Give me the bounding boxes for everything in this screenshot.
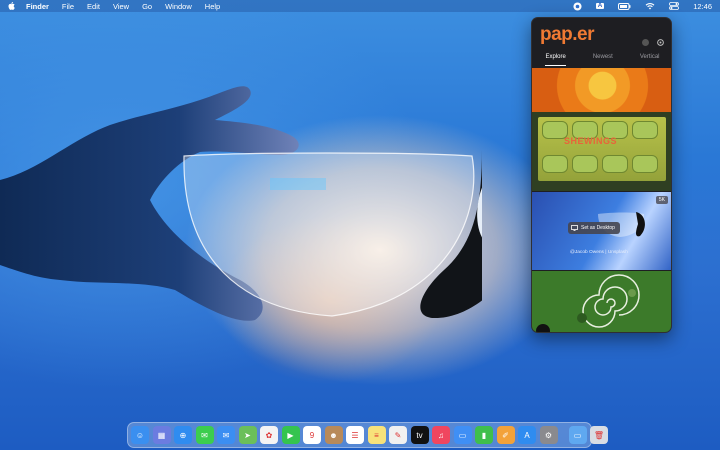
- wallpaper-thumbnail-sunflower[interactable]: [532, 68, 671, 112]
- wallpaper-thumbnail-visor[interactable]: 5K Set as Desktop @Jacob Owens | Unsplas…: [532, 192, 671, 270]
- notes-app[interactable]: ≡: [367, 426, 386, 444]
- menu-bar: Finder File Edit View Go Window Help A 1…: [0, 0, 720, 12]
- reminders-app[interactable]: ☰: [346, 426, 364, 444]
- wallpaper-thumbnail-bags[interactable]: SHEWINGS: [532, 112, 671, 191]
- calendar-app[interactable]: 9: [303, 426, 321, 444]
- menu-go[interactable]: Go: [142, 2, 152, 11]
- tv-app[interactable]: tv: [410, 426, 429, 444]
- set-as-desktop-button[interactable]: Set as Desktop: [568, 222, 620, 234]
- photo-credit[interactable]: @Jacob Owens | Unsplash: [570, 250, 628, 255]
- mail-app[interactable]: ✉: [217, 426, 235, 444]
- maps-app[interactable]: ➤: [238, 426, 257, 444]
- apple-menu-icon[interactable]: [8, 2, 16, 11]
- wallpaper-thumbnail-spiral-park[interactable]: [532, 271, 671, 332]
- input-source-icon[interactable]: A: [595, 3, 605, 9]
- facetime-app[interactable]: ▶: [281, 426, 300, 444]
- bag-shape: [632, 155, 658, 173]
- tab-vertical[interactable]: Vertical: [640, 54, 660, 66]
- safari-app[interactable]: ⊕: [174, 426, 192, 444]
- wallpaper-glass-visor-illustration: [183, 150, 482, 318]
- bag-shape: [602, 155, 628, 173]
- set-as-desktop-label: Set as Desktop: [581, 225, 615, 231]
- messages-app[interactable]: ✉: [195, 426, 214, 444]
- pages-app[interactable]: ✐: [496, 426, 515, 444]
- contacts-app[interactable]: ☻: [324, 426, 343, 444]
- photos-app[interactable]: ✿: [260, 426, 278, 444]
- paper-logo: pap.er: [540, 24, 595, 45]
- monitor-icon: [571, 225, 578, 231]
- downloads-folder[interactable]: ▭: [568, 426, 587, 444]
- bag-shape: [572, 155, 598, 173]
- keynote-app[interactable]: ▭: [453, 426, 472, 444]
- wifi-icon[interactable]: [645, 2, 655, 10]
- menu-edit[interactable]: Edit: [87, 2, 100, 11]
- thumbnail-spiral-image: [577, 274, 640, 328]
- bag-shape: [632, 121, 658, 139]
- menu-clock[interactable]: 12:46: [693, 2, 712, 11]
- system-settings-app[interactable]: ⚙: [539, 426, 558, 444]
- bag-shape: [542, 155, 568, 173]
- numbers-app[interactable]: ▮: [475, 426, 493, 444]
- menu-window[interactable]: Window: [165, 2, 192, 11]
- finder-app[interactable]: ☺: [131, 426, 149, 444]
- input-source-label: A: [595, 3, 605, 9]
- trash-app[interactable]: 🗑: [590, 426, 608, 444]
- battery-icon[interactable]: [618, 2, 631, 10]
- thumbnail-action-button[interactable]: [536, 324, 550, 332]
- tab-newest[interactable]: Newest: [593, 54, 613, 66]
- dock: ☺ ▦ ⊕ ✉ ✉ ➤ ✿ ▶ 9 ☻ ☰ ≡ ✎ tv ♫ ▭ ▮ ✐ A ⚙ ▭ 🗑: [127, 422, 608, 448]
- paper-app-panel: pap.er Explore Newest Vertical SHEWINGS …: [531, 17, 672, 333]
- thumbnail-image: [538, 117, 666, 181]
- gear-icon[interactable]: [656, 38, 665, 47]
- freeform-app[interactable]: ✎: [389, 426, 407, 444]
- menu-file[interactable]: File: [62, 2, 74, 11]
- menu-help[interactable]: Help: [205, 2, 220, 11]
- launchpad-app[interactable]: ▦: [152, 426, 171, 444]
- app-store-app[interactable]: A: [518, 426, 536, 444]
- tab-explore[interactable]: Explore: [545, 54, 566, 66]
- control-center-icon[interactable]: [669, 2, 680, 10]
- music-app[interactable]: ♫: [432, 426, 450, 444]
- resolution-badge: 5K: [655, 196, 668, 204]
- menu-view[interactable]: View: [113, 2, 129, 11]
- paper-status-icon[interactable]: [573, 1, 582, 11]
- profile-icon[interactable]: [642, 39, 649, 46]
- menu-finder[interactable]: Finder: [26, 2, 49, 11]
- thumbnail-overlay-text: SHEWINGS: [564, 136, 618, 146]
- panel-tabs: Explore Newest Vertical: [532, 54, 671, 66]
